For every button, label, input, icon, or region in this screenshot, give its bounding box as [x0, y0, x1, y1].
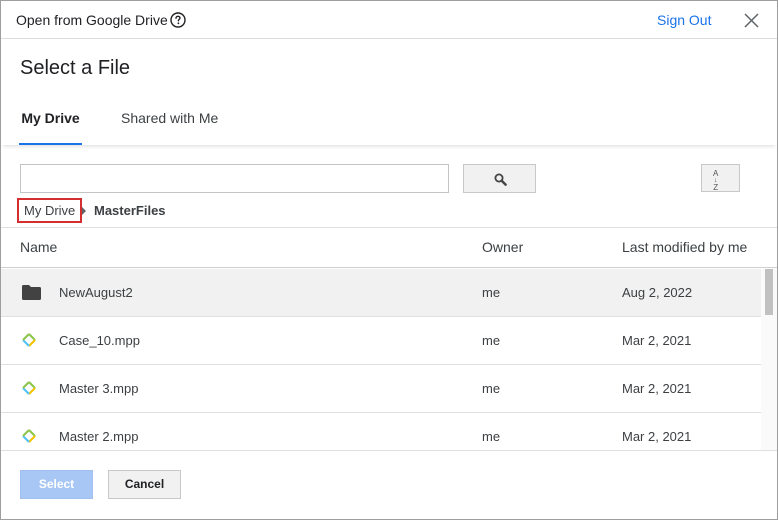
page-title: Select a File — [20, 57, 131, 79]
scrollbar[interactable] — [761, 269, 777, 450]
search-button[interactable] — [463, 164, 536, 193]
google-drive-dialog: Open from Google Drive Sign Out Select a… — [0, 0, 778, 520]
folder-icon — [22, 285, 41, 300]
project-file-icon — [22, 333, 36, 347]
sort-az-button[interactable]: A ↓ Z — [701, 164, 740, 192]
select-button[interactable]: Select — [20, 470, 93, 499]
column-last-modified[interactable]: Last modified by me — [622, 239, 747, 255]
column-name[interactable]: Name — [20, 239, 57, 255]
file-modified: Mar 2, 2021 — [622, 333, 692, 348]
file-name: Master 3.mpp — [59, 381, 139, 396]
file-list: NewAugust2 me Aug 2, 2022 Case_10.mpp me… — [1, 269, 761, 450]
sign-out-link[interactable]: Sign Out — [657, 12, 711, 28]
file-owner: me — [482, 285, 501, 300]
file-owner: me — [482, 333, 501, 348]
breadcrumb-my-drive[interactable]: My Drive — [17, 198, 83, 223]
search-input[interactable] — [20, 164, 449, 193]
dialog-footer: Select Cancel — [1, 450, 777, 519]
file-modified: Mar 2, 2021 — [622, 429, 692, 444]
cancel-button[interactable]: Cancel — [108, 470, 181, 499]
tab-shared-with-me[interactable]: Shared with Me — [121, 99, 218, 145]
caret-right-icon — [82, 207, 86, 215]
file-modified: Mar 2, 2021 — [622, 381, 692, 396]
title-bar: Open from Google Drive Sign Out — [1, 1, 777, 39]
sort-label-z: Z — [713, 183, 719, 192]
file-owner: me — [482, 429, 501, 444]
sort-label-a: A — [713, 169, 719, 178]
dialog-title: Open from Google Drive — [16, 12, 168, 28]
column-owner[interactable]: Owner — [482, 239, 523, 255]
help-circle-icon[interactable] — [170, 12, 186, 28]
scrollbar-thumb[interactable] — [765, 269, 773, 315]
table-row[interactable]: Master 3.mpp me Mar 2, 2021 — [1, 365, 761, 413]
sort-az-icon: A ↓ Z — [713, 169, 719, 192]
table-row[interactable]: Master 2.mpp me Mar 2, 2021 — [1, 413, 761, 450]
file-name: Case_10.mpp — [59, 333, 140, 348]
project-file-icon — [22, 381, 36, 395]
project-file-icon — [22, 429, 36, 443]
search-icon — [494, 173, 507, 186]
file-modified: Aug 2, 2022 — [622, 285, 693, 300]
table-row[interactable]: Case_10.mpp me Mar 2, 2021 — [1, 317, 761, 365]
close-icon[interactable] — [744, 13, 759, 28]
breadcrumb-current: MasterFiles — [94, 203, 166, 218]
file-owner: me — [482, 381, 501, 396]
tab-bar: My Drive Shared with Me — [1, 99, 777, 145]
file-name: Master 2.mpp — [59, 429, 139, 444]
table-row[interactable]: NewAugust2 me Aug 2, 2022 — [1, 269, 761, 317]
table-header: Name Owner Last modified by me — [1, 227, 777, 268]
tab-my-drive[interactable]: My Drive — [19, 99, 82, 145]
file-name: NewAugust2 — [59, 285, 133, 300]
